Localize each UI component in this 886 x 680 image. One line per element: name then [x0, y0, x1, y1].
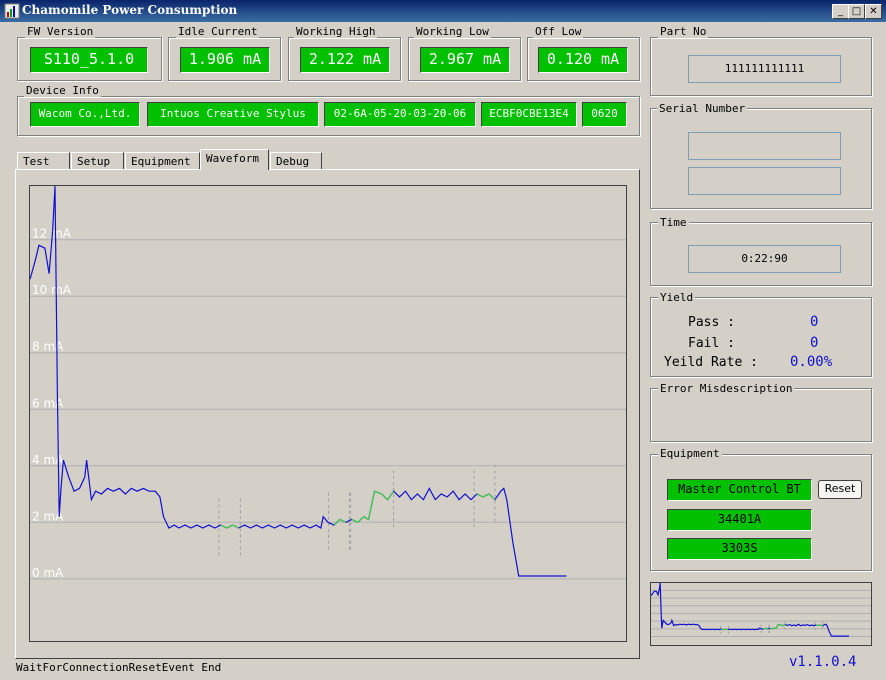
highlight-segment [220, 524, 239, 529]
device-model: Intuos Creative Stylus [147, 102, 319, 127]
idle-current-label: Idle Current [176, 25, 260, 38]
y-tick-label: 0 mA [32, 566, 64, 580]
yield-rate-label: Yeild Rate : [664, 355, 758, 370]
equipment-label: Equipment [658, 447, 722, 460]
close-icon[interactable]: ✕ [865, 4, 882, 19]
window-title: Chamomile Power Consumption [22, 3, 238, 17]
working-high-label: Working High [294, 25, 378, 38]
part-no-field[interactable]: 111111111111 [688, 55, 841, 83]
time-label: Time [658, 216, 689, 229]
serial-number-label: Serial Number [657, 102, 748, 115]
yield-label: Yield [658, 291, 696, 304]
tab-setup[interactable]: Setup [71, 152, 124, 170]
pass-value: 0 [810, 314, 819, 330]
equipment-3303s: 3303S [667, 538, 812, 560]
error-text [660, 405, 860, 425]
reset-button[interactable]: Reset [818, 480, 862, 499]
master-control-status: Master Control BT [667, 479, 812, 501]
y-tick-label: 4 mA [32, 453, 64, 467]
error-label: Error Misdescription [658, 382, 795, 395]
tab-equipment[interactable]: Equipment [125, 152, 200, 170]
device-code: 0620 [582, 102, 627, 127]
waveform-thumbnail [650, 582, 872, 646]
y-tick-label: 10 mA [32, 283, 72, 297]
y-tick-label: 8 mA [32, 340, 64, 354]
version-label: v1.1.0.4 [789, 654, 857, 670]
waveform-chart: 12 mA 10 mA 8 mA 6 mA 4 mA 2 mA 0 mA [29, 185, 627, 642]
serial-number-field-1[interactable] [688, 132, 841, 160]
fail-value: 0 [810, 335, 819, 351]
fw-version-label: FW Version [25, 25, 96, 38]
y-tick-label: 6 mA [32, 396, 64, 410]
off-low-label: Off Low [533, 25, 584, 38]
working-low-value: 2.967 mA [420, 47, 510, 73]
working-high-value: 2.122 mA [300, 47, 390, 73]
fw-version-value: S110_5.1.0 [30, 47, 148, 73]
device-manufacturer: Wacom Co.,Ltd. [30, 102, 140, 127]
minimize-icon[interactable]: _ [832, 4, 849, 19]
highlight-segment [351, 490, 395, 524]
waveform-svg: 12 mA10 mA8 mA6 mA4 mA2 mA0 mA [29, 185, 626, 580]
tab-test[interactable]: Test [17, 152, 70, 170]
maximize-icon[interactable]: □ [848, 4, 865, 19]
status-text: WaitForConnectionResetEvent End [16, 661, 222, 674]
time-field: 0:22:90 [688, 245, 841, 273]
tab-waveform[interactable]: Waveform [200, 149, 269, 170]
title-bar[interactable]: Chamomile Power Consumption _ □ ✕ [0, 0, 886, 22]
off-low-value: 0.120 mA [538, 47, 628, 73]
app-icon [4, 3, 20, 19]
serial-number-field-2[interactable] [688, 167, 841, 195]
tab-debug[interactable]: Debug [270, 152, 322, 170]
highlight-segment [476, 493, 496, 501]
highlight-segment [815, 624, 823, 627]
part-no-label: Part No [658, 25, 709, 38]
pass-label: Pass : [688, 315, 735, 330]
working-low-label: Working Low [414, 25, 491, 38]
thumbnail-svg [650, 582, 871, 638]
yield-rate-value: 0.00% [790, 354, 833, 370]
device-id: 02-6A-05-20-03-20-06 [324, 102, 476, 127]
equipment-34401a: 34401A [667, 509, 812, 531]
fail-label: Fail : [688, 336, 735, 351]
idle-current-value: 1.906 mA [180, 47, 270, 73]
device-address: ECBF0CBE13E4 [481, 102, 577, 127]
device-info-label: Device Info [24, 84, 101, 97]
current-trace [29, 185, 567, 577]
highlight-segment [769, 623, 786, 630]
current-trace [650, 582, 849, 637]
